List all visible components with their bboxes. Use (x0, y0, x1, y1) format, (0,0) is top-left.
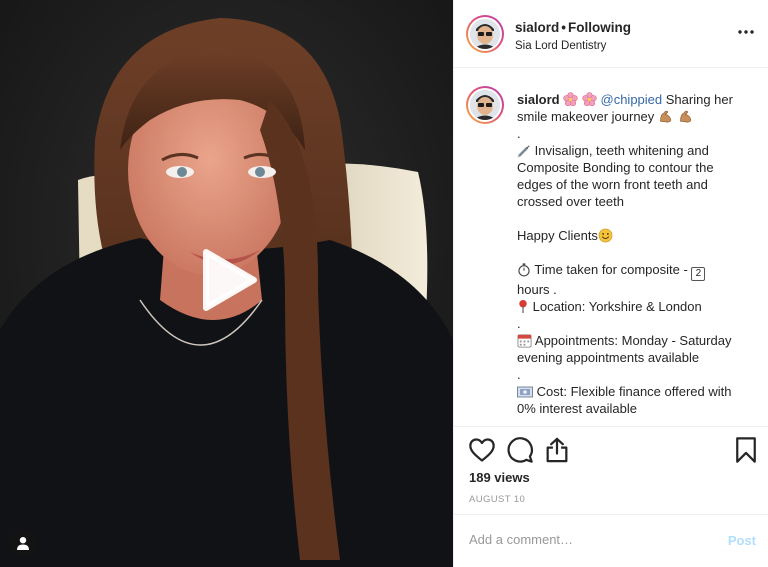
caption-text: sialord @chippied Sharing her smile make… (517, 91, 757, 417)
caption-dot: . (517, 316, 521, 331)
post-header-text: sialord • Following Sia Lord Dentistry (515, 19, 631, 52)
cherry-blossom-icon (582, 92, 597, 107)
caption-username-link[interactable]: sialord (517, 92, 560, 107)
play-button[interactable] (196, 248, 260, 312)
caption-line-8: Time taken for composite - (534, 262, 688, 277)
flexed-biceps-icon (659, 110, 672, 123)
caption-line-3: Invisalign, teeth whitening and (534, 143, 709, 158)
comment-bubble-icon (507, 437, 533, 463)
comment-input[interactable] (469, 532, 709, 547)
syringe-icon (517, 145, 530, 158)
post-actions: 189 views AUGUST 10 (454, 428, 768, 514)
caption-area: sialord @chippied Sharing her smile make… (454, 69, 768, 427)
username-link[interactable]: sialord (515, 20, 559, 35)
caption-line-13: Cost: Flexible finance offered with (536, 384, 732, 399)
round-pushpin-icon (519, 299, 527, 314)
caption-line-12: evening appointments available (517, 350, 700, 365)
comment-bar: Post (454, 514, 768, 567)
flexed-biceps-icon (679, 110, 691, 123)
more-options-button[interactable] (737, 24, 755, 40)
stopwatch-icon (518, 263, 530, 277)
views-count[interactable]: 189 views (469, 470, 530, 485)
banknote-icon (517, 386, 533, 398)
user-icon (17, 537, 29, 550)
separator-dot: • (561, 20, 566, 35)
post-media[interactable] (0, 0, 453, 567)
user-tags-button[interactable] (9, 529, 37, 557)
caption-line-6: crossed over teeth (517, 194, 624, 209)
comment-button[interactable] (506, 436, 534, 464)
post-header: sialord • Following Sia Lord Dentistry (454, 0, 768, 68)
follow-status-button[interactable]: Following (568, 20, 631, 35)
caption-dot: . (517, 367, 521, 382)
like-button[interactable] (468, 436, 496, 464)
caption-line-14: 0% interest available (517, 401, 637, 416)
play-icon (203, 249, 257, 311)
mention-link[interactable]: @chippied (601, 92, 663, 107)
cherry-blossom-icon (563, 92, 578, 107)
share-icon (546, 437, 568, 463)
calendar-icon (517, 334, 532, 348)
post-date[interactable]: AUGUST 10 (469, 494, 525, 505)
avatar[interactable] (466, 15, 504, 53)
location-link[interactable]: Sia Lord Dentistry (515, 40, 631, 52)
caption-line-11: Appointments: Monday - Saturday (534, 333, 732, 348)
avatar-image (470, 19, 500, 49)
keycap-two-icon: 2 (691, 267, 706, 281)
caption-line-2: smile makeover journey (517, 109, 655, 124)
caption-line-10: Location: Yorkshire & London (532, 299, 702, 314)
caption-line-1-text: Sharing her (662, 92, 733, 107)
post-sidebar: sialord • Following Sia Lord Dentistry s… (453, 0, 768, 567)
share-button[interactable] (543, 436, 571, 464)
caption-line-5: edges of the worn front teeth and (517, 177, 708, 192)
caption-dot: . (517, 126, 521, 141)
bookmark-icon (736, 437, 756, 463)
avatar-image (470, 90, 500, 120)
save-button[interactable] (732, 436, 760, 464)
caption-line-9: hours . (517, 282, 557, 297)
more-options-icon (738, 30, 754, 34)
caption-avatar[interactable] (466, 86, 504, 124)
smiley-icon (598, 228, 613, 243)
heart-icon (469, 438, 495, 462)
caption-line-7: Happy Clients (517, 228, 598, 243)
post-comment-button[interactable]: Post (728, 533, 756, 548)
caption-line-4: Composite Bonding to contour the (517, 160, 714, 175)
